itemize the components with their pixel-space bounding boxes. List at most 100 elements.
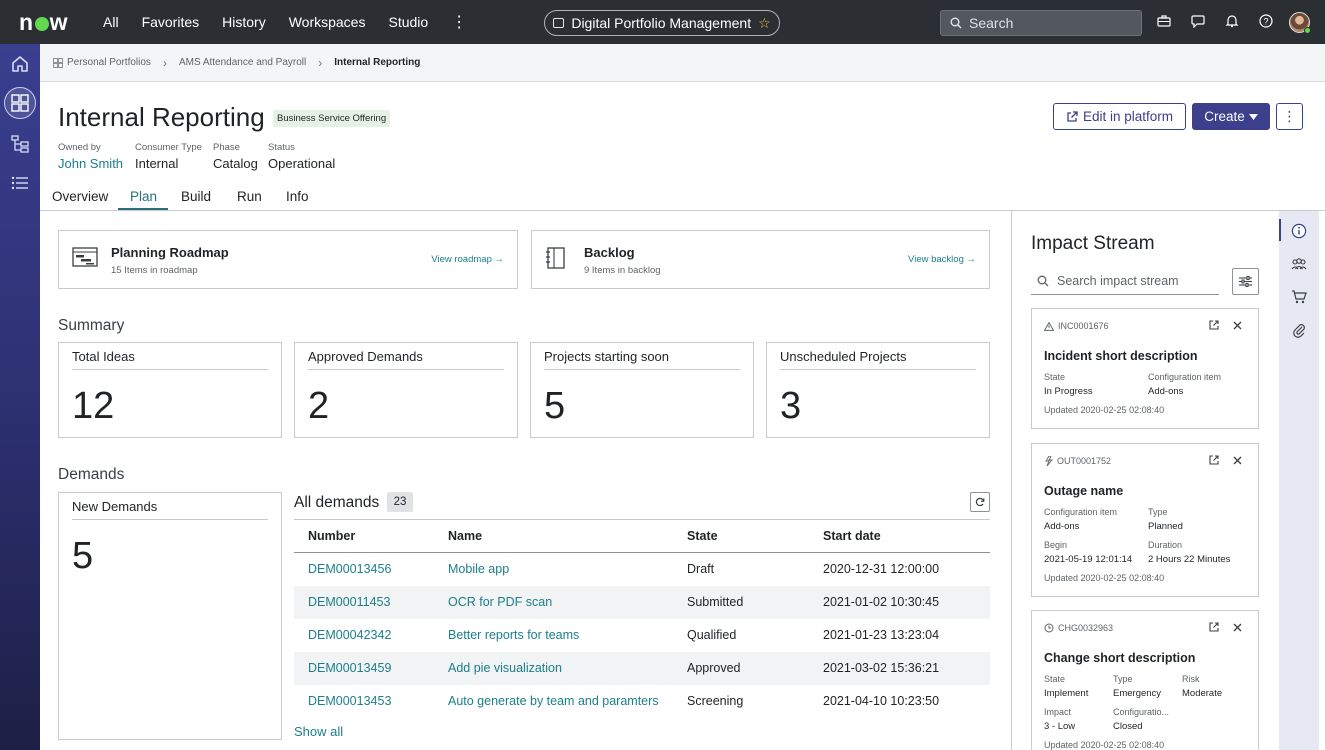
calendar-icon	[553, 18, 565, 28]
outage-id: OUT0001752	[1044, 456, 1111, 466]
column-state[interactable]: State	[673, 519, 809, 553]
help-icon[interactable]: ?	[1257, 12, 1275, 30]
open-external-icon[interactable]	[1209, 622, 1219, 632]
breadcrumb-ams-attendance[interactable]: AMS Attendance and Payroll	[179, 57, 306, 68]
backlog-card[interactable]: Backlog 9 Items in backlog View backlog …	[531, 230, 990, 289]
arrow-right-icon: →	[494, 254, 505, 265]
star-icon[interactable]: ☆	[758, 15, 771, 32]
cart-icon[interactable]	[1290, 288, 1308, 306]
demand-name-link[interactable]: Mobile app	[434, 553, 673, 586]
portfolio-grid-icon	[53, 57, 63, 68]
outage-card[interactable]: OUT0001752 Outage name Configuration ite…	[1031, 443, 1259, 597]
view-roadmap-link[interactable]: View roadmap →	[431, 254, 504, 265]
change-card[interactable]: CHG0032963 Change short description Stat…	[1031, 610, 1259, 750]
create-button[interactable]: Create	[1192, 103, 1270, 130]
hierarchy-icon[interactable]	[8, 132, 32, 156]
workspace-pill[interactable]: Digital Portfolio Management ☆	[544, 10, 780, 36]
filter-button[interactable]	[1232, 268, 1259, 295]
change-heading[interactable]: Change short description	[1044, 651, 1195, 665]
outage-heading[interactable]: Outage name	[1044, 484, 1123, 498]
table-row[interactable]: DEM00011453 OCR for PDF scan Submitted 2…	[294, 585, 990, 619]
demand-name-link[interactable]: Add pie visualization	[434, 651, 673, 685]
tab-run[interactable]: Run	[237, 189, 262, 204]
demand-number-link[interactable]: DEM00013453	[294, 685, 434, 718]
meta-phase: Phase Catalog	[213, 142, 258, 171]
refresh-button[interactable]	[970, 492, 990, 512]
servicenow-logo[interactable]: nw	[19, 9, 68, 36]
field-label: Configuration item	[1044, 507, 1118, 517]
user-avatar[interactable]	[1289, 12, 1311, 34]
stat-value: 5	[72, 535, 94, 577]
more-vertical-icon[interactable]: ⋮	[451, 12, 467, 32]
column-start-date[interactable]: Start date	[809, 519, 990, 553]
close-icon[interactable]	[1233, 623, 1242, 632]
open-external-icon[interactable]	[1209, 320, 1219, 330]
more-options-button[interactable]: ⋮	[1276, 103, 1303, 130]
tab-plan[interactable]: Plan	[130, 189, 157, 204]
tab-build[interactable]: Build	[181, 189, 211, 204]
demand-state: Draft	[687, 562, 715, 577]
view-backlog-link[interactable]: View backlog →	[908, 254, 976, 265]
column-name[interactable]: Name	[434, 519, 673, 553]
stat-projects-starting-soon[interactable]: Projects starting soon 5	[530, 342, 754, 438]
tab-info[interactable]: Info	[286, 189, 309, 204]
tab-overview[interactable]: Overview	[52, 189, 108, 204]
nav-history[interactable]: History	[222, 14, 266, 30]
demand-number-link[interactable]: DEM00013459	[294, 651, 434, 685]
table-row[interactable]: DEM00013459 Add pie visualization Approv…	[294, 651, 990, 685]
field-value: Closed	[1113, 721, 1143, 732]
incident-card[interactable]: INC0001676 Incident short description St…	[1031, 308, 1259, 429]
warning-triangle-icon	[1044, 321, 1054, 331]
show-all-link[interactable]: Show all	[294, 724, 343, 739]
stat-label: Projects starting soon	[544, 349, 670, 364]
chat-icon[interactable]	[1189, 12, 1207, 30]
column-number[interactable]: Number	[294, 519, 434, 553]
people-group-icon[interactable]	[1290, 255, 1308, 273]
planning-roadmap-card[interactable]: Planning Roadmap 15 Items in roadmap Vie…	[58, 230, 518, 289]
arrow-right-icon: →	[966, 254, 977, 265]
briefcase-icon[interactable]	[1155, 12, 1173, 30]
demand-name-link[interactable]: Better reports for teams	[434, 619, 673, 652]
incident-heading[interactable]: Incident short description	[1044, 349, 1198, 363]
breadcrumb-personal-portfolios[interactable]: Personal Portfolios	[67, 57, 151, 68]
backlog-notebook-icon	[545, 247, 567, 274]
meta-label: Consumer Type	[135, 142, 202, 153]
info-icon[interactable]	[1290, 222, 1308, 240]
owner-link[interactable]: John Smith	[58, 156, 123, 171]
demand-name-link[interactable]: OCR for PDF scan	[434, 585, 673, 619]
list-icon[interactable]	[8, 171, 32, 195]
demand-number-link[interactable]: DEM00042342	[294, 619, 434, 652]
nav-workspaces[interactable]: Workspaces	[289, 14, 366, 30]
attachment-icon[interactable]	[1290, 321, 1308, 339]
edit-in-platform-button[interactable]: Edit in platform	[1053, 103, 1186, 130]
demand-name-link[interactable]: Auto generate by team and paramters	[434, 685, 673, 718]
demand-number-link[interactable]: DEM00011453	[294, 585, 434, 619]
close-icon[interactable]	[1233, 321, 1242, 330]
field-value: In Progress	[1044, 386, 1093, 397]
stat-approved-demands[interactable]: Approved Demands 2	[294, 342, 518, 438]
home-icon[interactable]	[8, 52, 32, 76]
divider	[308, 369, 504, 370]
table-row[interactable]: DEM00042342 Better reports for teams Qua…	[294, 619, 990, 652]
dashboard-grid-icon[interactable]	[8, 91, 32, 115]
global-search-input[interactable]: Search	[940, 10, 1142, 36]
close-icon[interactable]	[1233, 456, 1242, 465]
stat-label: Unscheduled Projects	[780, 349, 907, 364]
nav-card-title: Backlog	[584, 245, 635, 260]
table-row[interactable]: DEM00013456 Mobile app Draft 2020-12-31 …	[294, 553, 990, 586]
field-label: Impact	[1044, 707, 1072, 717]
svg-text:?: ?	[1263, 17, 1268, 27]
nav-favorites[interactable]: Favorites	[142, 14, 200, 30]
table-row[interactable]: DEM00013453 Auto generate by team and pa…	[294, 685, 990, 718]
stat-unscheduled-projects[interactable]: Unscheduled Projects 3	[766, 342, 990, 438]
demand-start-date: 2021-03-02 15:36:21	[809, 651, 990, 685]
demand-number-link[interactable]: DEM00013456	[294, 553, 434, 586]
bell-icon[interactable]	[1223, 12, 1241, 30]
stat-total-ideas[interactable]: Total Ideas 12	[58, 342, 282, 438]
nav-all[interactable]: All	[103, 14, 119, 30]
impact-search-input[interactable]: Search impact stream	[1031, 268, 1219, 295]
new-demands-card[interactable]: New Demands 5	[58, 492, 282, 740]
open-external-icon[interactable]	[1209, 455, 1219, 465]
nav-studio[interactable]: Studio	[388, 14, 428, 30]
impact-search-placeholder: Search impact stream	[1057, 274, 1179, 288]
